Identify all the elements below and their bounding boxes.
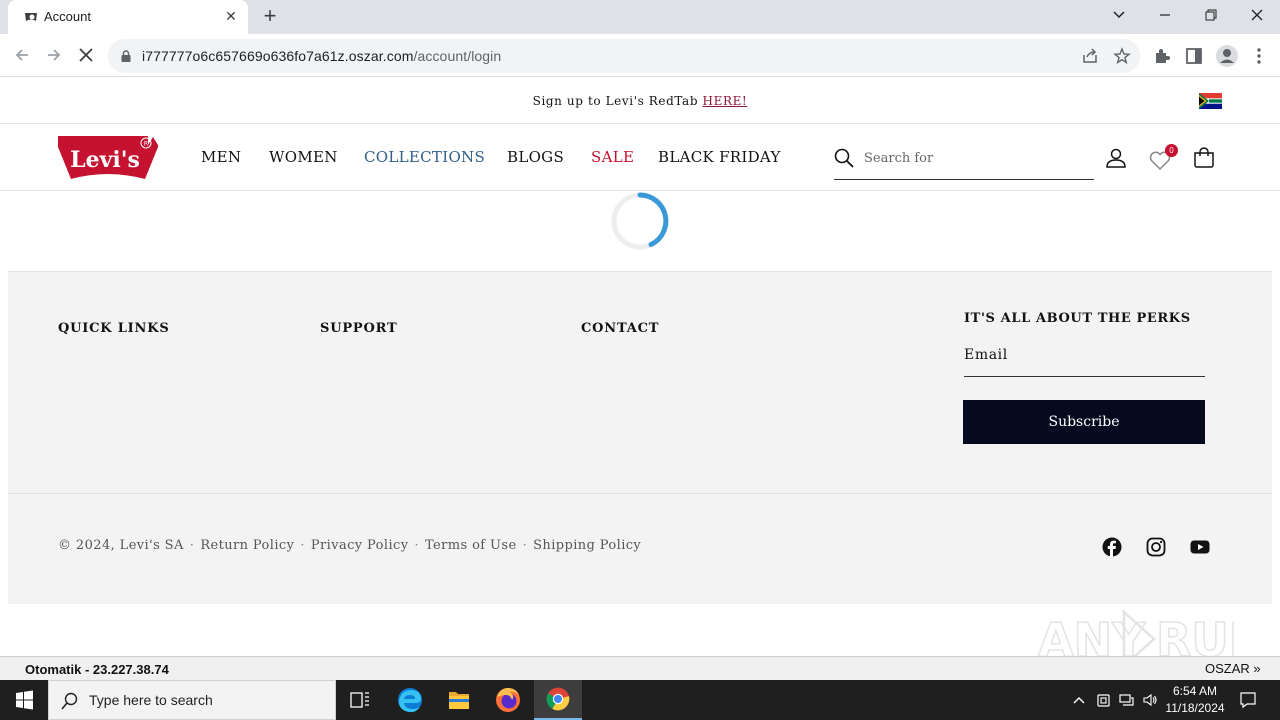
- nav-women[interactable]: WOMEN: [269, 148, 338, 166]
- legal-links: © 2024, Levi's SA · Return Policy · Privacy …: [58, 538, 642, 553]
- subscribe-button[interactable]: Subscribe: [963, 400, 1205, 444]
- return-policy-link[interactable]: Return Policy: [200, 538, 294, 553]
- edge-browser-icon[interactable]: [386, 680, 434, 720]
- account-icon[interactable]: [1104, 146, 1128, 170]
- url-path: /account/login: [413, 48, 502, 64]
- privacy-policy-link[interactable]: Privacy Policy: [311, 538, 409, 553]
- address-bar[interactable]: i777777o6c657669o636fo7a61z.oszar.com/ac…: [108, 39, 1140, 73]
- footer-quick-links-heading[interactable]: QUICK LINKS: [58, 321, 170, 336]
- south-africa-flag-icon[interactable]: [1199, 93, 1222, 109]
- site-header: Levi's R MEN WOMEN COLLECTIONS BLOGS SAL…: [0, 124, 1280, 191]
- nav-collections[interactable]: COLLECTIONS: [364, 148, 485, 166]
- nav-sale[interactable]: SALE: [591, 148, 634, 166]
- search-input[interactable]: [864, 148, 1084, 168]
- tab-title: Account: [44, 9, 91, 24]
- terms-of-use-link[interactable]: Terms of Use: [425, 538, 517, 553]
- facebook-icon[interactable]: [1102, 537, 1122, 557]
- footer-support-heading[interactable]: SUPPORT: [320, 321, 397, 336]
- tray-chevron-up-icon[interactable]: [1071, 692, 1087, 708]
- logo-text: Levi's: [70, 147, 140, 173]
- taskbar-clock[interactable]: 6:54 AM 11/18/2024: [1160, 683, 1230, 717]
- lock-icon[interactable]: [121, 50, 131, 62]
- extensions-icon[interactable]: [1152, 46, 1172, 66]
- newsletter-email-field: [964, 340, 1205, 377]
- youtube-icon[interactable]: [1190, 537, 1210, 557]
- network-icon[interactable]: [1119, 692, 1135, 708]
- taskbar-search-box[interactable]: Type here to search: [48, 680, 336, 720]
- firefox-icon[interactable]: [484, 680, 532, 720]
- menu-icon[interactable]: [1249, 46, 1269, 66]
- windows-start-icon[interactable]: [0, 680, 48, 720]
- star-icon[interactable]: [1113, 47, 1131, 65]
- search-icon: [61, 692, 78, 710]
- close-icon[interactable]: ✕: [223, 8, 239, 24]
- taskbar-search-text: Type here to search: [89, 692, 213, 708]
- levis-logo[interactable]: Levi's R: [57, 135, 159, 179]
- nav-blogs[interactable]: BLOGS: [507, 148, 564, 166]
- footer-divider: [8, 493, 1272, 494]
- task-view-icon[interactable]: [336, 680, 384, 720]
- meet-now-icon[interactable]: [1096, 692, 1112, 708]
- browser-tab-strip: Account ✕ +: [0, 0, 1280, 34]
- forward-icon[interactable]: [41, 42, 67, 68]
- browser-toolbar: i777777o6c657669o636fo7a61z.oszar.com/ac…: [0, 34, 1280, 77]
- nav-men[interactable]: MEN: [201, 148, 241, 166]
- footer-contact-heading[interactable]: CONTACT: [581, 321, 659, 336]
- announcement-text: Sign up to Levi's RedTab HERE!: [0, 94, 1280, 108]
- svg-text:R: R: [144, 141, 148, 148]
- loading-spinner-icon: [611, 192, 669, 250]
- status-oszar-link[interactable]: OSZAR »: [1205, 661, 1261, 676]
- minimize-icon[interactable]: [1142, 0, 1188, 30]
- side-panel-icon[interactable]: [1184, 46, 1204, 66]
- stop-icon[interactable]: [73, 42, 99, 68]
- wishlist-count-badge: 0: [1165, 144, 1178, 157]
- file-explorer-icon[interactable]: [435, 680, 483, 720]
- profile-icon[interactable]: [1215, 44, 1239, 68]
- restore-icon[interactable]: [1188, 0, 1234, 30]
- browser-tab-account[interactable]: Account ✕: [8, 0, 248, 34]
- new-tab-icon[interactable]: +: [258, 5, 282, 29]
- site-footer: QUICK LINKS SUPPORT CONTACT IT'S ALL ABO…: [8, 271, 1272, 604]
- nav-black-friday[interactable]: BLACK FRIDAY: [658, 148, 781, 166]
- status-connection-text: Otomatik - 23.227.38.74: [25, 662, 169, 677]
- tab-search-icon[interactable]: [1096, 0, 1142, 30]
- instagram-icon[interactable]: [1146, 537, 1166, 557]
- levis-favicon: [25, 13, 37, 21]
- shipping-policy-link[interactable]: Shipping Policy: [533, 538, 641, 553]
- chrome-icon[interactable]: [534, 680, 582, 720]
- perks-heading: IT'S ALL ABOUT THE PERKS: [964, 311, 1191, 326]
- announcement-message: Sign up to Levi's RedTab: [532, 94, 703, 108]
- copyright-text[interactable]: © 2024, Levi's SA: [58, 538, 184, 553]
- email-input[interactable]: [964, 343, 1194, 367]
- notification-center-icon[interactable]: [1239, 691, 1257, 709]
- search-icon[interactable]: [834, 148, 854, 168]
- site-search: [834, 146, 1094, 180]
- clock-date: 11/18/2024: [1165, 701, 1225, 715]
- cart-icon[interactable]: [1192, 146, 1216, 170]
- volume-icon[interactable]: [1142, 692, 1158, 708]
- clock-time: 6:54 AM: [1172, 684, 1218, 698]
- url-text[interactable]: i777777o6c657669o636fo7a61z.oszar.com/ac…: [142, 48, 501, 64]
- share-icon[interactable]: [1081, 47, 1099, 65]
- announcement-bar: Sign up to Levi's RedTab HERE!: [0, 78, 1280, 124]
- window-close-icon[interactable]: [1234, 0, 1280, 30]
- redtab-signup-link[interactable]: HERE!: [703, 94, 748, 108]
- back-icon[interactable]: [9, 42, 35, 68]
- url-host: i777777o6c657669o636fo7a61z.oszar.com: [142, 48, 414, 64]
- windows-taskbar: Type here to search 6:54 AM 11/18/2024: [0, 680, 1280, 720]
- status-bar: Otomatik - 23.227.38.74 OSZAR »: [0, 656, 1280, 680]
